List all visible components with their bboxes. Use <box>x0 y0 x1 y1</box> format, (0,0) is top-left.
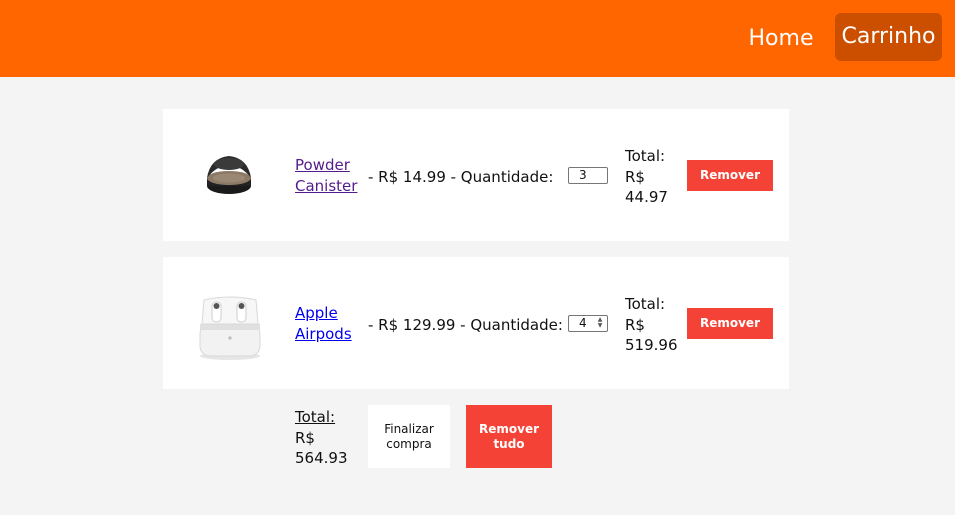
quantity-value: 4 <box>579 316 587 330</box>
finalize-purchase-button[interactable]: Finalizar compra <box>368 405 450 468</box>
top-navbar: Home Carrinho <box>0 0 955 77</box>
powder-compact-image <box>207 156 251 194</box>
cart-item-card: Apple Airpods - R$ 129.99 - Quantidade: … <box>163 257 789 389</box>
chevron-down-icon[interactable]: ▼ <box>594 323 606 329</box>
remove-all-button[interactable]: Remover tudo <box>466 405 552 468</box>
quantity-input[interactable]: 4 ▲ ▼ <box>568 315 608 332</box>
line-total-label: Total: <box>625 295 666 313</box>
remove-item-button[interactable]: Remover <box>687 308 773 339</box>
line-total: Total: R$ 44.97 <box>625 146 677 208</box>
price-text: - R$ 129.99 - Quantidade: <box>368 316 563 334</box>
price-text: - R$ 14.99 - Quantidade: <box>368 168 554 186</box>
nav-home-link[interactable]: Home <box>742 15 820 63</box>
line-total-label: Total: <box>625 147 666 165</box>
remove-item-button[interactable]: Remover <box>687 160 773 191</box>
quantity-spinner[interactable]: ▲ ▼ <box>594 317 606 330</box>
product-name-link[interactable]: Powder Canister <box>295 155 365 197</box>
nav-cart-link[interactable]: Carrinho <box>835 13 942 61</box>
cart-item-card: Powder Canister - R$ 14.99 - Quantidade:… <box>163 109 789 241</box>
grand-total-value: R$ 564.93 <box>295 428 348 468</box>
line-total-value: R$ 519.96 <box>625 315 678 355</box>
quantity-value: 3 <box>579 168 587 182</box>
product-name-link[interactable]: Apple Airpods <box>295 303 365 345</box>
grand-total: Total: R$ 564.93 <box>295 407 348 469</box>
quantity-input[interactable]: 3 <box>568 167 608 184</box>
airpods-case-image <box>199 296 261 360</box>
line-total: Total: R$ 519.96 <box>625 294 678 356</box>
grand-total-label: Total: <box>295 408 336 426</box>
line-total-value: R$ 44.97 <box>625 167 668 207</box>
